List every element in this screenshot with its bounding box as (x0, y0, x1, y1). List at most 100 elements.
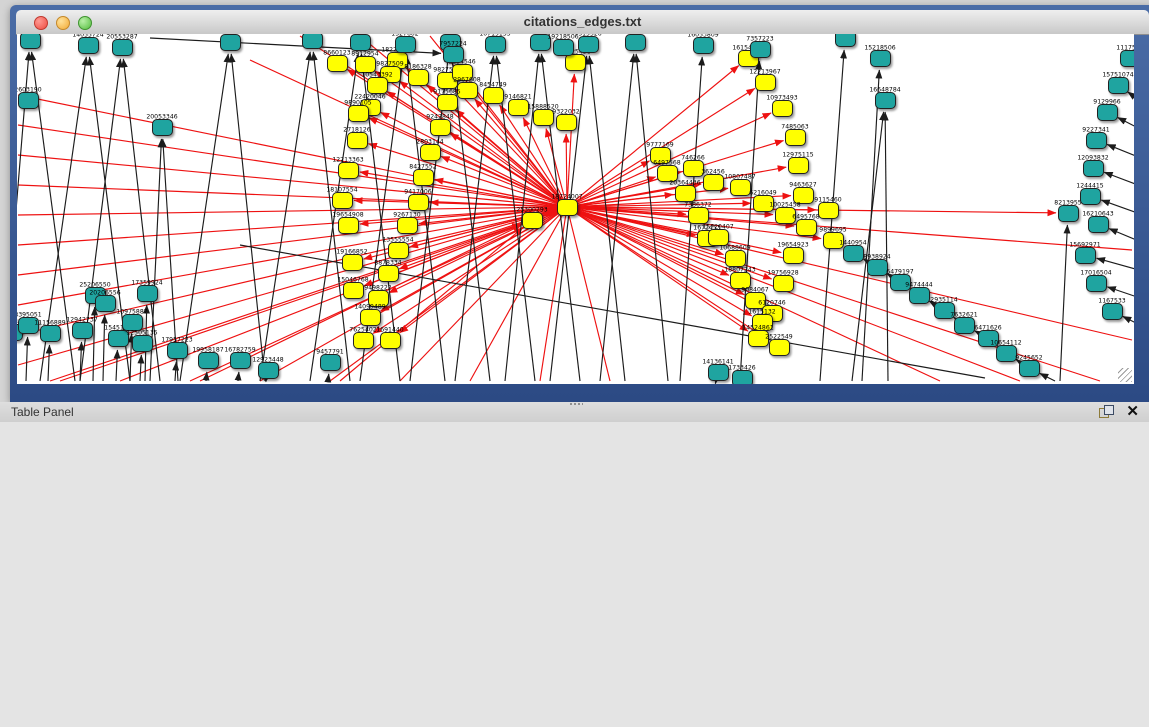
graph-node[interactable] (775, 207, 796, 224)
graph-node[interactable] (875, 92, 896, 109)
graph-node[interactable] (870, 50, 891, 67)
graph-node[interactable] (20, 34, 41, 49)
graph-node[interactable] (443, 46, 464, 63)
graph-node[interactable] (954, 317, 975, 334)
graph-node[interactable] (683, 160, 704, 177)
graph-node[interactable] (752, 314, 773, 331)
graph-node[interactable] (380, 332, 401, 349)
graph-node[interactable] (483, 87, 504, 104)
graph-node[interactable] (40, 325, 61, 342)
graph-node[interactable] (368, 290, 389, 307)
graph-node[interactable] (408, 194, 429, 211)
graph-node[interactable] (348, 105, 369, 122)
float-panel-icon[interactable] (1099, 405, 1113, 419)
graph-node[interactable] (890, 274, 911, 291)
graph-node[interactable] (408, 69, 429, 86)
graph-node[interactable] (708, 229, 729, 246)
graph-node[interactable] (565, 54, 586, 71)
graph-node[interactable] (413, 169, 434, 186)
graph-node[interactable] (338, 162, 359, 179)
graph-node[interactable] (650, 147, 671, 164)
graph-node[interactable] (1108, 77, 1129, 94)
graph-node[interactable] (708, 364, 729, 381)
graph-node[interactable] (112, 39, 133, 56)
graph-node[interactable] (230, 352, 251, 369)
graph-node[interactable] (625, 34, 646, 51)
graph-node[interactable] (1019, 360, 1040, 377)
graph-node[interactable] (522, 212, 543, 229)
graph-node[interactable] (843, 245, 864, 262)
graph-node[interactable] (556, 114, 577, 131)
graph-node[interactable] (835, 34, 856, 47)
graph-node[interactable] (132, 335, 153, 352)
graph-node[interactable] (730, 179, 751, 196)
graph-node[interactable] (18, 92, 39, 109)
graph-node[interactable] (258, 362, 279, 379)
graph-node[interactable] (360, 309, 381, 326)
graph-node[interactable] (909, 287, 930, 304)
graph-node[interactable] (1088, 216, 1109, 233)
graph-node[interactable] (818, 202, 839, 219)
graph-node[interactable] (750, 41, 771, 58)
graph-node[interactable] (753, 195, 774, 212)
graph-node[interactable] (1102, 303, 1123, 320)
graph-node[interactable] (108, 330, 129, 347)
close-panel-icon[interactable]: ✕ (1126, 403, 1139, 420)
graph-node[interactable] (530, 34, 551, 51)
graph-node[interactable] (320, 354, 341, 371)
graph-node[interactable] (553, 39, 574, 56)
network-canvas[interactable]: 1872400786601238912954182260589827509818… (17, 34, 1134, 384)
graph-node[interactable] (867, 259, 888, 276)
graph-node[interactable] (693, 37, 714, 54)
graph-node[interactable] (1083, 160, 1104, 177)
graph-node[interactable] (457, 82, 478, 99)
splitter-handle-icon[interactable] (569, 402, 583, 407)
graph-node[interactable] (978, 330, 999, 347)
graph-node[interactable] (420, 144, 441, 161)
graph-node[interactable] (332, 192, 353, 209)
graph-node[interactable] (772, 100, 793, 117)
graph-node[interactable] (788, 157, 809, 174)
graph-node[interactable] (395, 36, 416, 53)
graph-node[interactable] (1120, 50, 1135, 67)
graph-node[interactable] (533, 109, 554, 126)
graph-node[interactable] (769, 339, 790, 356)
graph-node[interactable] (220, 34, 241, 51)
network-window-titlebar[interactable]: citations_edges.txt (16, 10, 1149, 35)
graph-node[interactable] (688, 207, 709, 224)
graph-node[interactable] (122, 314, 143, 331)
graph-node[interactable] (725, 250, 746, 267)
graph-node[interactable] (703, 174, 724, 191)
graph-node[interactable] (378, 265, 399, 282)
graph-node[interactable] (367, 77, 388, 94)
graph-node[interactable] (152, 119, 173, 136)
graph-node[interactable] (783, 247, 804, 264)
graph-node[interactable] (137, 285, 158, 302)
graph-node[interactable] (1097, 104, 1118, 121)
graph-node[interactable] (452, 64, 473, 81)
graph-node[interactable] (338, 217, 359, 234)
graph-node[interactable] (1058, 205, 1079, 222)
graph-node[interactable] (732, 370, 753, 385)
graph-node[interactable] (485, 36, 506, 53)
graph-node[interactable] (350, 34, 371, 51)
graph-node[interactable] (730, 272, 751, 289)
graph-node[interactable] (657, 165, 678, 182)
graph-node[interactable] (755, 74, 776, 91)
graph-node[interactable] (388, 242, 409, 259)
graph-node[interactable] (748, 330, 769, 347)
graph-node[interactable] (934, 302, 955, 319)
graph-node[interactable] (343, 282, 364, 299)
graph-node[interactable] (557, 199, 578, 216)
graph-node[interactable] (347, 132, 368, 149)
graph-node[interactable] (342, 254, 363, 271)
graph-node[interactable] (1086, 132, 1107, 149)
graph-node[interactable] (785, 129, 806, 146)
graph-node[interactable] (167, 342, 188, 359)
graph-node[interactable] (302, 34, 323, 49)
graph-node[interactable] (1086, 275, 1107, 292)
graph-node[interactable] (578, 36, 599, 53)
graph-node[interactable] (1080, 188, 1101, 205)
graph-node[interactable] (823, 232, 844, 249)
graph-node[interactable] (355, 56, 376, 73)
